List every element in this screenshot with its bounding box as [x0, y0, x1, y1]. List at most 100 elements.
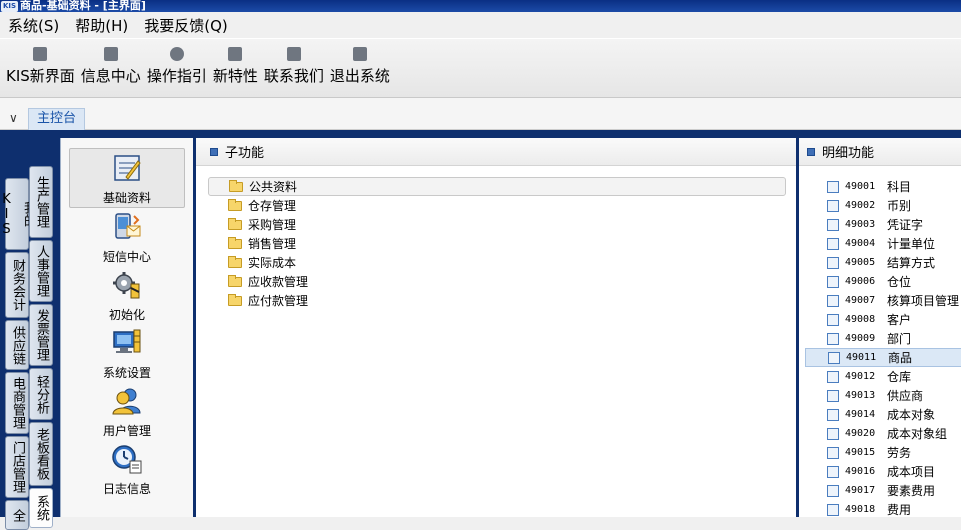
- document-icon: [827, 484, 839, 497]
- vtab-system[interactable]: 系统: [29, 488, 53, 528]
- subfunction-receivables[interactable]: 应收款管理: [208, 272, 786, 291]
- subfunction-label: 仓存管理: [248, 199, 297, 213]
- vtab-light-analysis[interactable]: 轻分析: [29, 368, 53, 420]
- detail-name: 仓库: [887, 370, 912, 384]
- document-icon: [827, 408, 839, 421]
- square-bullet-icon: [210, 147, 218, 156]
- detail-name: 成本对象: [887, 408, 936, 422]
- init-gear-icon: [113, 272, 140, 299]
- detail-name: 计量单位: [887, 237, 936, 251]
- main-frame: 我的KIS 财务会计 供应链 电商管理 门店管理 全 生产管理 人事管理 发票管…: [0, 130, 961, 530]
- kis-logo-icon: KIS: [1, 0, 18, 12]
- contact-us-button[interactable]: 联系我们: [264, 39, 324, 97]
- folder-icon: [228, 198, 242, 211]
- detail-row[interactable]: 49006 仓位: [805, 272, 961, 291]
- subfunction-panel: 子功能 公共资料 仓存管理 采购管理 销售管理 实际成本 应收款管理 应付款管理: [196, 138, 796, 517]
- detail-name: 费用: [887, 503, 912, 517]
- module-base-data[interactable]: 基础资料: [69, 148, 185, 208]
- detail-row[interactable]: 49014 成本对象: [805, 405, 961, 424]
- module-sms-center[interactable]: 短信中心: [69, 208, 185, 268]
- detail-code: 49005: [845, 257, 876, 268]
- folder-icon: [228, 217, 242, 230]
- tool-label: KIS新界面: [6, 67, 75, 85]
- monitor-settings-icon: [113, 329, 141, 353]
- tool-label: 新特性: [212, 67, 258, 85]
- detail-name: 仓位: [887, 275, 912, 289]
- detail-row[interactable]: 49003 凭证字: [805, 215, 961, 234]
- detail-row[interactable]: 49013 供应商: [805, 386, 961, 405]
- detail-row[interactable]: 49002 币别: [805, 196, 961, 215]
- detail-code: 49008: [845, 314, 876, 325]
- module-initialization[interactable]: 初始化: [69, 266, 185, 326]
- module-user-management[interactable]: 用户管理: [69, 382, 185, 442]
- menu-help[interactable]: 帮助(H): [75, 15, 128, 36]
- detail-row[interactable]: 49009 部门: [805, 329, 961, 348]
- subfunction-purchase[interactable]: 采购管理: [208, 215, 786, 234]
- detail-row[interactable]: 49012 仓库: [805, 367, 961, 386]
- detail-row[interactable]: 49008 客户: [805, 310, 961, 329]
- module-log-info[interactable]: 日志信息: [69, 440, 185, 500]
- document-icon: [827, 332, 839, 345]
- module-label: 基础资料: [102, 191, 151, 205]
- detail-name: 核算项目管理: [887, 294, 960, 308]
- new-features-button[interactable]: 新特性: [213, 39, 258, 97]
- vtab-boss-dashboard[interactable]: 老板看板: [29, 422, 53, 486]
- detail-row[interactable]: 49015 劳务: [805, 443, 961, 462]
- subfunction-label: 销售管理: [248, 237, 297, 251]
- vertical-tabs: 我的KIS 财务会计 供应链 电商管理 门店管理 全 生产管理 人事管理 发票管…: [0, 138, 55, 530]
- tool-label: 退出系统: [329, 67, 390, 85]
- toolbar: KIS新界面 信息中心 操作指引 新特性 联系我们 退出系统: [0, 38, 961, 98]
- vtab-ecommerce[interactable]: 电商管理: [5, 372, 29, 434]
- compass-icon: [169, 47, 184, 61]
- exit-system-button[interactable]: 退出系统: [330, 39, 390, 97]
- detail-row[interactable]: 49020 成本对象组: [805, 424, 961, 443]
- chevron-down-icon[interactable]: ∨: [9, 111, 18, 125]
- folder-icon: [228, 236, 242, 249]
- document-icon: [827, 199, 839, 212]
- menu-bar: 系统(S) 帮助(H) 我要反馈(Q): [0, 12, 961, 38]
- detail-name: 客户: [887, 313, 912, 327]
- document-icon: [828, 351, 840, 364]
- module-system-settings[interactable]: 系统设置: [69, 324, 185, 384]
- detail-row[interactable]: 49007 核算项目管理: [805, 291, 961, 310]
- detail-row[interactable]: 49001 科目: [805, 177, 961, 196]
- vtab-production[interactable]: 生产管理: [29, 166, 53, 238]
- subfunction-inventory[interactable]: 仓存管理: [208, 196, 786, 215]
- menu-system[interactable]: 系统(S): [8, 15, 59, 36]
- subfunction-payables[interactable]: 应付款管理: [208, 291, 786, 310]
- mail-icon: [103, 47, 118, 61]
- detail-name: 要素费用: [887, 484, 936, 498]
- subfunction-label: 公共资料: [249, 180, 298, 194]
- menu-feedback[interactable]: 我要反馈(Q): [144, 15, 228, 36]
- detail-row[interactable]: 49004 计量单位: [805, 234, 961, 253]
- module-label: 系统设置: [102, 366, 151, 380]
- vtab-supply-chain[interactable]: 供应链: [5, 320, 29, 370]
- detail-row[interactable]: 49018 费用: [805, 500, 961, 519]
- star-icon: [228, 47, 243, 61]
- subfunction-sales[interactable]: 销售管理: [208, 234, 786, 253]
- detail-code: 49018: [845, 504, 876, 515]
- tab-main-console[interactable]: 主控台: [28, 108, 86, 130]
- vtab-invoice[interactable]: 发票管理: [29, 304, 53, 366]
- vtab-hr[interactable]: 人事管理: [29, 240, 53, 302]
- detail-row[interactable]: 49016 成本项目: [805, 462, 961, 481]
- detail-row[interactable]: 49011 商品: [805, 348, 961, 367]
- detail-row[interactable]: 49005 结算方式: [805, 253, 961, 272]
- detail-row[interactable]: 49017 要素费用: [805, 481, 961, 500]
- subfunction-actual-cost[interactable]: 实际成本: [208, 253, 786, 272]
- tool-label: 信息中心: [80, 67, 141, 85]
- vtab-my-kis[interactable]: 我的KIS: [0, 178, 36, 250]
- module-label: 初始化: [108, 308, 145, 322]
- vtab-finance[interactable]: 财务会计: [5, 252, 29, 318]
- subfunction-public-data[interactable]: 公共资料: [208, 177, 786, 196]
- document-icon: [827, 313, 839, 326]
- detail-name: 供应商: [887, 389, 924, 403]
- operation-guide-button[interactable]: 操作指引: [147, 39, 207, 97]
- title-bar: KIS 商品-基础资料 - [主界面]: [0, 0, 961, 12]
- vtab-store[interactable]: 门店管理: [5, 436, 29, 498]
- vtab-all[interactable]: 全: [5, 500, 29, 530]
- info-center-button[interactable]: 信息中心: [81, 39, 141, 97]
- kis-new-ui-button[interactable]: KIS新界面: [6, 39, 75, 97]
- module-label: 日志信息: [102, 482, 151, 496]
- tool-label: 联系我们: [263, 67, 324, 85]
